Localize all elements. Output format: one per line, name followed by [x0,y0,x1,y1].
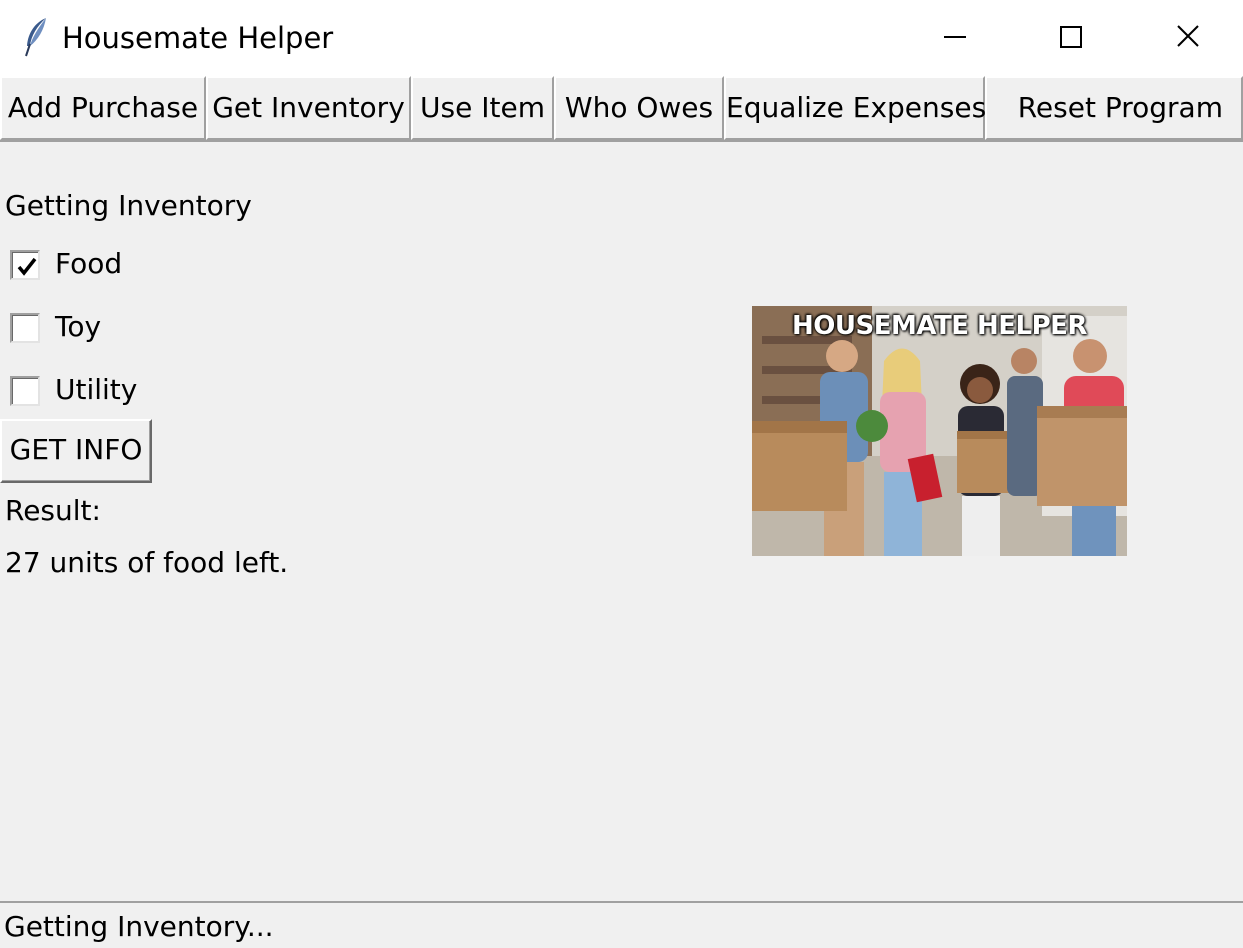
status-text: Getting Inventory... [4,910,274,943]
title-bar: Housemate Helper [0,0,1243,76]
checkbox-box[interactable] [10,376,40,406]
checkbox-box[interactable] [10,313,40,343]
maximize-button[interactable] [1013,0,1129,76]
get-inventory-button[interactable]: Get Inventory [206,76,411,140]
feather-icon [22,16,50,58]
checkbox-label: Utility [55,373,138,406]
who-owes-button[interactable]: Who Owes [554,76,724,140]
add-purchase-button[interactable]: Add Purchase [0,76,206,140]
use-item-button[interactable]: Use Item [411,76,554,140]
checkbox-food[interactable]: Food [0,242,140,286]
result-text: 27 units of food left. [5,546,289,579]
equalize-expenses-button[interactable]: Equalize Expenses [724,76,986,140]
housemates-banner-image: HOUSEMATE HELPER [752,306,1127,556]
toolbar: Add Purchase Get Inventory Use Item Who … [0,76,1243,142]
banner-title: HOUSEMATE HELPER [792,311,1087,341]
checkbox-label: Toy [55,310,102,343]
status-bar: Getting Inventory... [0,901,1243,948]
checkbox-box[interactable] [10,250,40,280]
section-title: Getting Inventory [5,189,252,222]
checkbox-utility[interactable]: Utility [0,368,150,412]
reset-program-button[interactable]: Reset Program [985,76,1243,140]
result-label: Result: [5,494,101,527]
close-button[interactable] [1129,0,1243,76]
window-title: Housemate Helper [62,21,334,55]
checkbox-label: Food [55,247,123,280]
checkbox-toy[interactable]: Toy [0,305,120,349]
minimize-button[interactable] [898,0,1014,76]
checkmark-icon [17,257,37,276]
get-info-button[interactable]: GET INFO [0,419,152,483]
